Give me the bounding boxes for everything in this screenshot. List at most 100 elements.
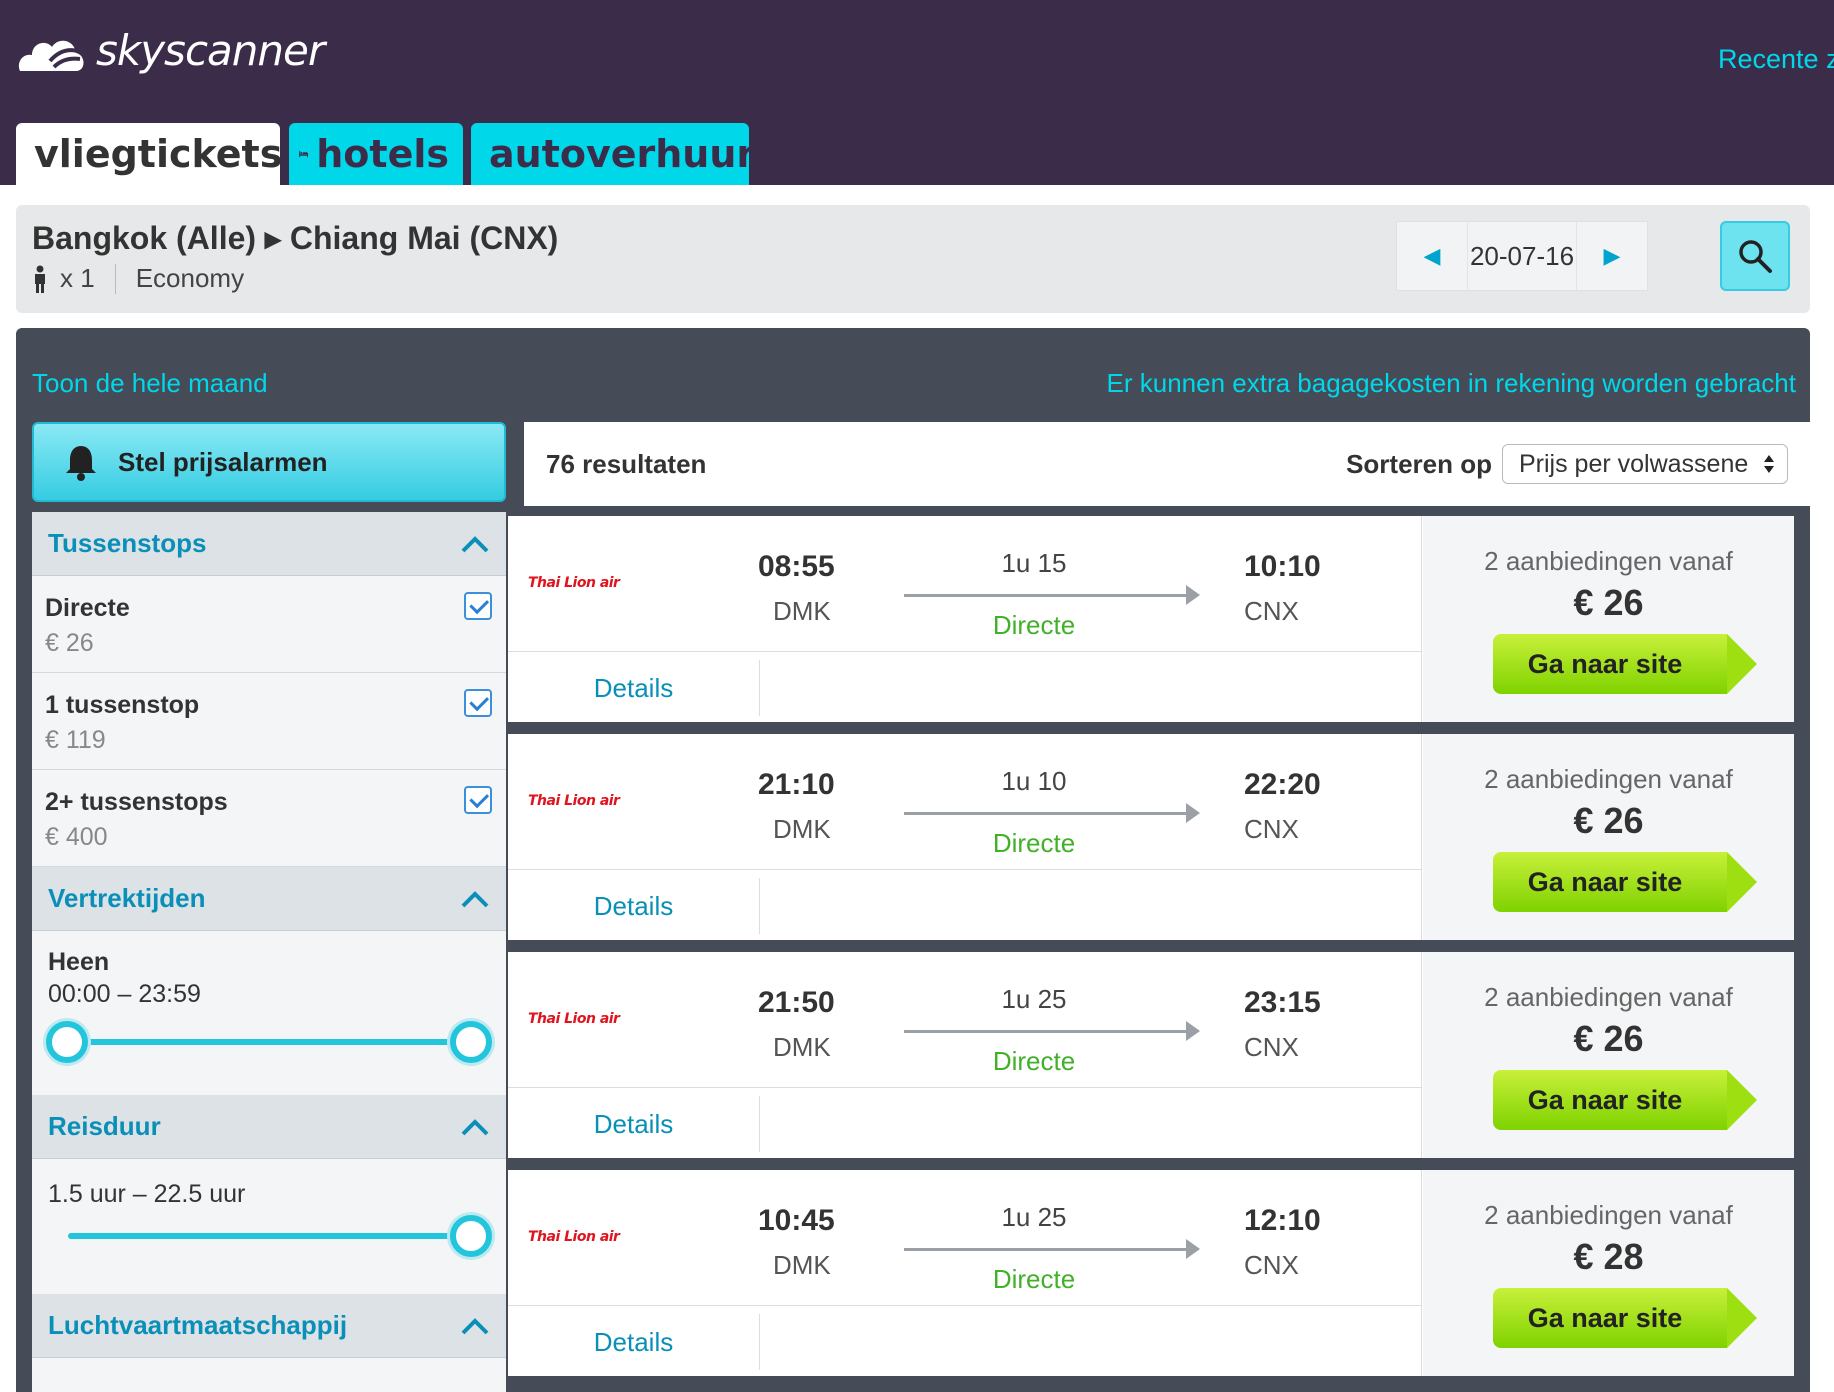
departure-range: 00:00 – 23:59 <box>48 980 201 1008</box>
next-date-button[interactable]: ▶ <box>1577 222 1647 290</box>
result-card: Thai Lion air 21:10 DMK 1u 10 Directe 22… <box>508 734 1794 940</box>
filter-title-airline: Luchtvaartmaatschappij <box>48 1310 348 1340</box>
flight-info: Thai Lion air 08:55 DMK 1u 15 Directe 10… <box>508 516 1422 722</box>
departure-time: 10:45 <box>758 1204 835 1237</box>
filter-header-airline[interactable]: Luchtvaartmaatschappij <box>32 1294 506 1358</box>
details-link[interactable]: Details <box>508 878 760 934</box>
flight-duration: 1u 25 <box>1001 1202 1067 1232</box>
arrival-airport: CNX <box>1244 1250 1299 1280</box>
filter-option-price: € 400 <box>45 823 108 851</box>
duration-slider-track[interactable] <box>68 1233 472 1239</box>
arrival-time: 23:15 <box>1244 986 1321 1019</box>
flight-duration: 1u 25 <box>1001 984 1067 1014</box>
flight-info: Thai Lion air 21:10 DMK 1u 10 Directe 22… <box>508 734 1422 940</box>
search-icon <box>1739 240 1772 273</box>
go-to-site-button[interactable]: Ga naar site <box>1493 852 1757 912</box>
flight-arrow-icon <box>904 1239 1200 1259</box>
filter-header-stops[interactable]: Tussenstops <box>32 512 506 576</box>
airline-logo: Thai Lion air <box>528 1229 620 1245</box>
tab-flights[interactable]: vliegtickets <box>16 123 283 185</box>
prev-date-button[interactable]: ◀ <box>1397 222 1467 290</box>
offers-count: 2 aanbiedingen vanaf <box>1484 1200 1733 1230</box>
departure-time: 21:50 <box>758 986 835 1019</box>
go-to-site-button[interactable]: Ga naar site <box>1493 1288 1757 1348</box>
price: € 28 <box>1573 1236 1644 1277</box>
departure-airport: DMK <box>773 1250 831 1280</box>
arrival-airport: CNX <box>1244 596 1299 626</box>
route-title[interactable]: Bangkok (Alle) ▸ Chiang Mai (CNX) <box>32 219 558 257</box>
details-link[interactable]: Details <box>508 1096 760 1152</box>
duration-slider-handle[interactable] <box>450 1215 492 1257</box>
go-to-site-button[interactable]: Ga naar site <box>1493 1070 1757 1130</box>
details-link[interactable]: Details <box>508 1314 760 1370</box>
departure-slider-min-handle[interactable] <box>46 1021 88 1063</box>
departure-slider-max-handle[interactable] <box>450 1021 492 1063</box>
filter-header-duration[interactable]: Reisduur <box>32 1095 506 1159</box>
filter-option-label: 1 tussenstop <box>45 691 200 719</box>
departure-airport: DMK <box>773 1032 831 1062</box>
bell-icon <box>66 446 96 481</box>
search-button[interactable] <box>1720 221 1790 291</box>
price-alert-label: Stel prijsalarmen <box>118 446 328 477</box>
go-to-site-button[interactable]: Ga naar site <box>1493 634 1757 694</box>
tab-cars[interactable]: autoverhuur <box>471 123 755 185</box>
tab-flights-label: vliegtickets <box>34 132 283 176</box>
result-card: Thai Lion air 10:45 DMK 1u 25 Directe 12… <box>508 1170 1794 1376</box>
stops-label: Directe <box>992 1264 1076 1294</box>
filter-option-one-stop[interactable]: 1 tussenstop € 119 <box>32 673 506 770</box>
arrival-time: 12:10 <box>1244 1204 1321 1237</box>
skyscanner-logo[interactable]: skyscanner <box>16 22 325 78</box>
recent-searches-link[interactable]: Recente z <box>1718 44 1834 75</box>
tab-cars-label: autoverhuur <box>489 132 756 176</box>
airline-logo: Thai Lion air <box>528 1011 620 1027</box>
checkbox-two-plus-stops[interactable] <box>464 786 492 814</box>
chevron-up-icon <box>461 890 489 907</box>
offers-count: 2 aanbiedingen vanaf <box>1484 764 1733 794</box>
flight-info: Thai Lion air 21:50 DMK 1u 25 Directe 23… <box>508 952 1422 1158</box>
baggage-fees-link[interactable]: Er kunnen extra bagagekosten in rekening… <box>1107 368 1796 399</box>
price: € 26 <box>1573 800 1644 841</box>
departure-time: 08:55 <box>758 550 835 583</box>
details-link[interactable]: Details <box>508 660 760 716</box>
filter-title-duration: Reisduur <box>48 1111 161 1141</box>
arrival-airport: CNX <box>1244 814 1299 844</box>
arrival-time: 10:10 <box>1244 550 1321 583</box>
flight-leg[interactable]: Thai Lion air 10:45 DMK 1u 25 Directe 12… <box>508 1170 1422 1306</box>
flight-leg[interactable]: Thai Lion air 08:55 DMK 1u 15 Directe 10… <box>508 516 1422 652</box>
filter-option-two-plus-stops[interactable]: 2+ tussenstops € 400 <box>32 770 506 867</box>
selected-date[interactable]: 20-07-16 <box>1467 222 1577 290</box>
filter-option-direct[interactable]: Directe € 26 <box>32 576 506 673</box>
flight-leg[interactable]: Thai Lion air 21:50 DMK 1u 25 Directe 23… <box>508 952 1422 1088</box>
chevron-up-icon <box>461 535 489 552</box>
price-alert-button[interactable]: Stel prijsalarmen <box>32 422 506 502</box>
sort-select[interactable]: Prijs per volwassene <box>1502 444 1788 484</box>
offers-count: 2 aanbiedingen vanaf <box>1484 546 1733 576</box>
stops-label: Directe <box>992 1046 1076 1076</box>
filter-header-departure[interactable]: Vertrektijden <box>32 867 506 931</box>
checkbox-one-stop[interactable] <box>464 689 492 717</box>
flight-leg[interactable]: Thai Lion air 21:10 DMK 1u 10 Directe 22… <box>508 734 1422 870</box>
airline-logo: Thai Lion air <box>528 575 620 591</box>
date-picker: ◀ 20-07-16 ▶ <box>1396 221 1648 291</box>
offers-count: 2 aanbiedingen vanaf <box>1484 982 1733 1012</box>
departure-filter-body: Heen 00:00 – 23:59 <box>32 932 506 1095</box>
arrival-time: 22:20 <box>1244 768 1321 801</box>
show-month-link[interactable]: Toon de hele maand <box>32 368 268 399</box>
departure-slider-track[interactable] <box>70 1039 470 1045</box>
filter-option-label: Directe <box>45 594 130 622</box>
price: € 26 <box>1573 1018 1644 1059</box>
checkbox-direct[interactable] <box>464 592 492 620</box>
chevron-up-icon <box>461 1317 489 1334</box>
flight-arrow-icon <box>904 803 1200 823</box>
flight-arrow-icon <box>904 585 1200 605</box>
stops-label: Directe <box>992 610 1076 640</box>
divider <box>114 263 116 294</box>
stops-label: Directe <box>992 828 1076 858</box>
search-meta: x 1 Economy <box>32 263 244 294</box>
chevron-up-icon <box>461 1118 489 1135</box>
select-arrows-icon <box>1764 455 1774 473</box>
price: € 26 <box>1573 582 1644 623</box>
tab-hotels[interactable]: hotels <box>289 123 463 185</box>
flight-arrow-icon <box>904 1021 1200 1041</box>
result-card: Thai Lion air 21:50 DMK 1u 25 Directe 23… <box>508 952 1794 1158</box>
